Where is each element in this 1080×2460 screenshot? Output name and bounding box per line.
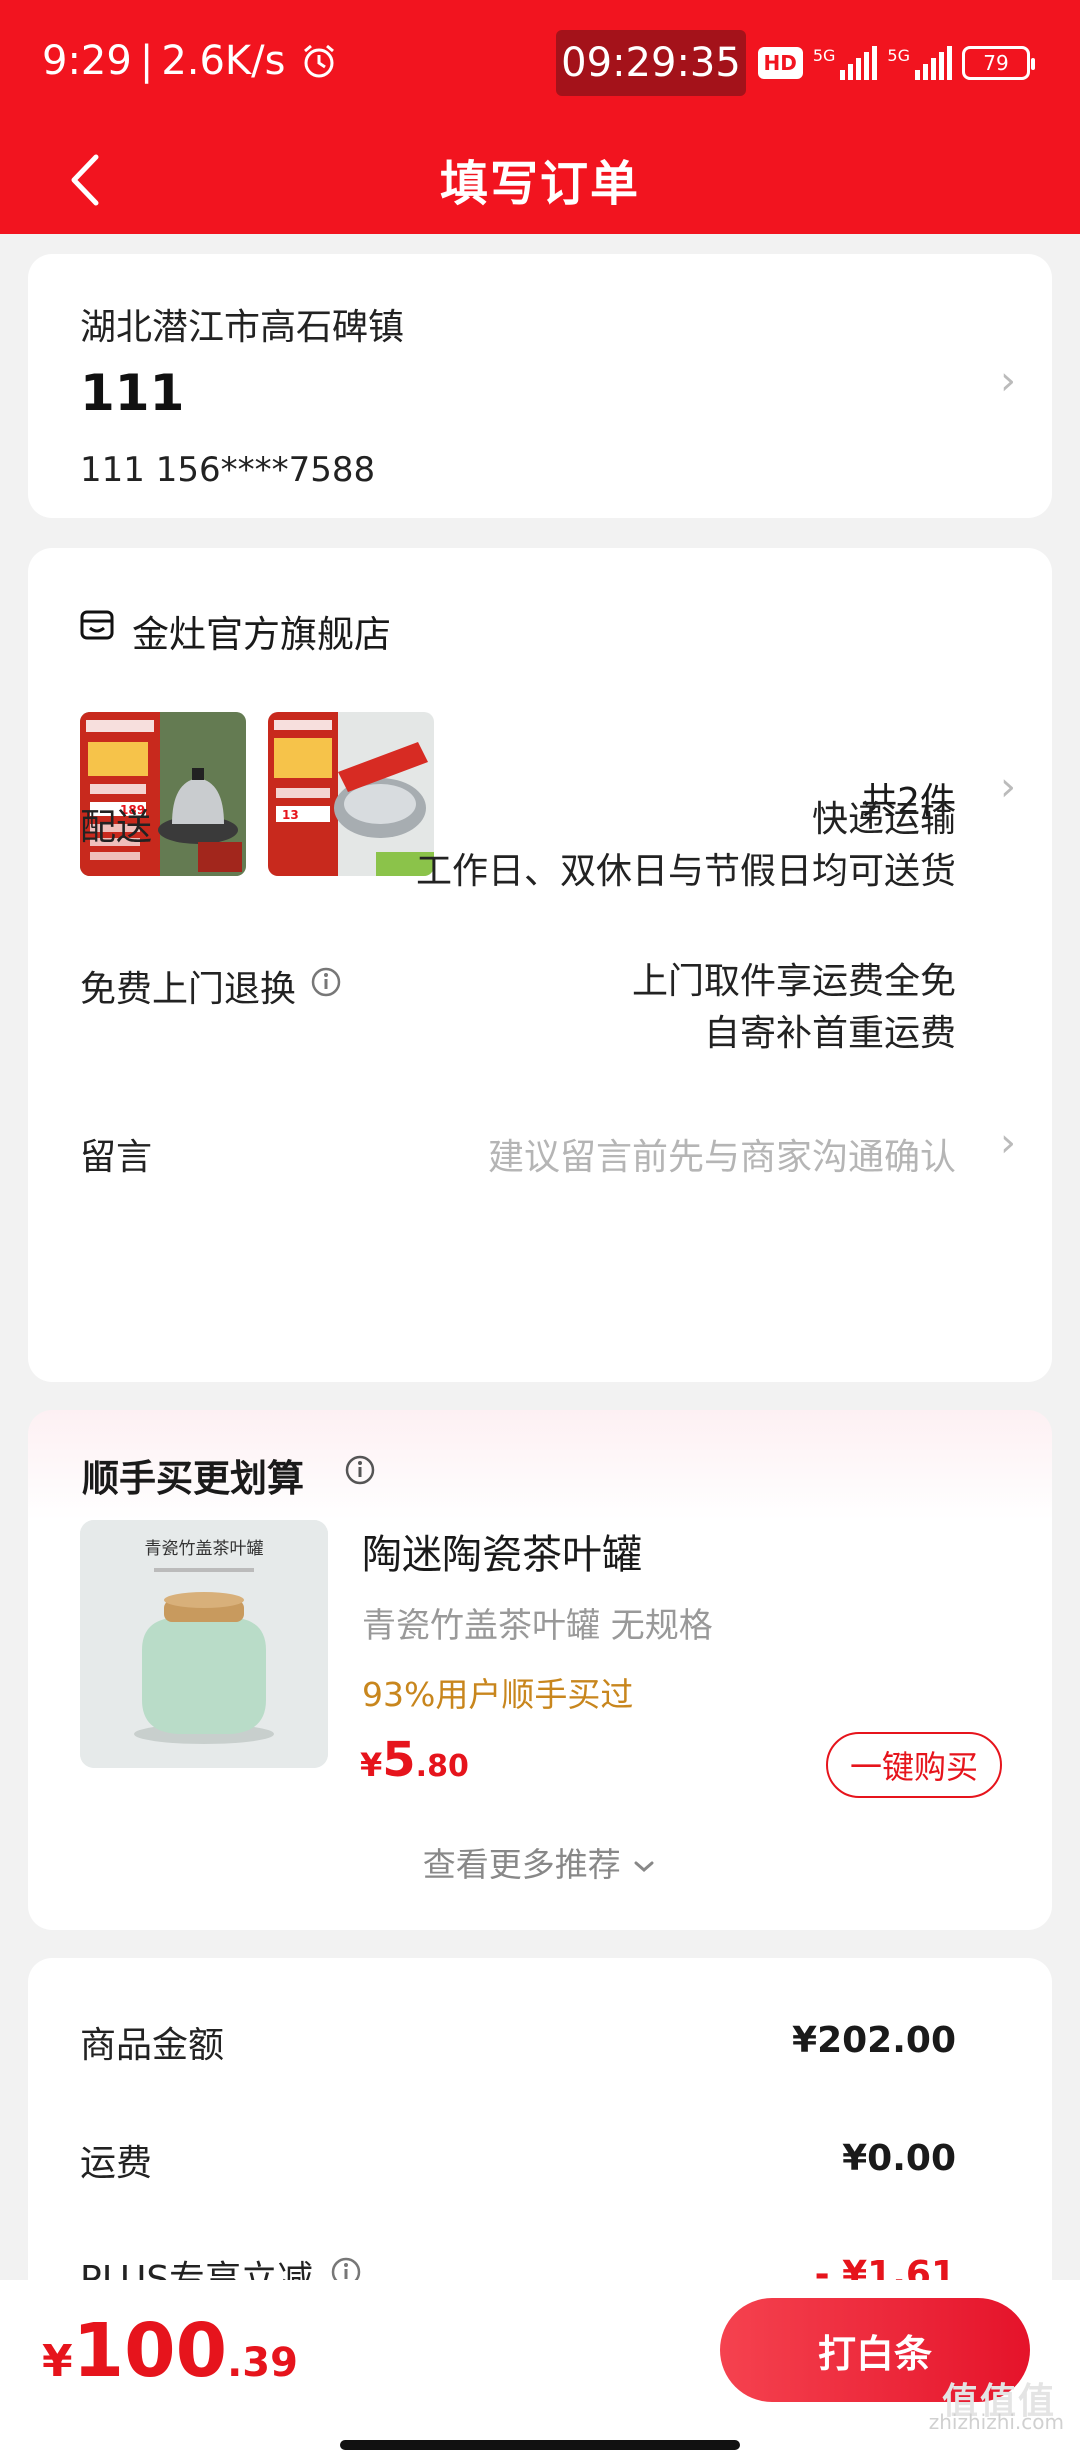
recommend-product-image[interactable]: 青瓷竹盖茶叶罐	[80, 1520, 328, 1768]
header: 9:29 | 2.6K/s 09:29:35 HD 5G 5G 79 填写订单	[0, 0, 1080, 234]
order-total: ¥100.39	[42, 2308, 298, 2394]
recommend-card: 顺手买更划算 青瓷竹盖茶叶罐 陶迷陶瓷茶叶罐 青瓷竹盖茶叶罐 无规格 93%用户…	[28, 1410, 1052, 1930]
status-divider: |	[139, 38, 154, 84]
chevron-right-icon: ›	[1000, 764, 1016, 810]
recipient-name: 111	[80, 364, 185, 422]
recommend-badge: 93%用户顺手买过	[362, 1675, 634, 1714]
page-title: 填写订单	[439, 156, 640, 212]
watermark-text: zhizhizhi.com	[928, 2410, 1064, 2434]
shop-card: 金灶官方旗舰店 189 13 共2件 › 配送 快递运输 工作日、双休日与节假日…	[28, 548, 1052, 1382]
status-left: 9:29 | 2.6K/s	[42, 38, 339, 84]
delivery-method: 快递运输	[811, 799, 956, 840]
returns-info: 上门取件享运费全免 自寄补首重运费	[632, 956, 956, 1060]
delivery-schedule: 工作日、双休日与节假日均可送货	[415, 851, 956, 892]
address-card[interactable]: 湖北潜江市高石碑镇 111 111 156****7588 ›	[28, 254, 1052, 518]
battery-level: 79	[983, 51, 1009, 75]
info-icon[interactable]	[310, 966, 342, 998]
checkout-bar: ¥100.39 打白条	[0, 2280, 1080, 2460]
recommend-product-name[interactable]: 陶迷陶瓷茶叶罐	[362, 1522, 642, 1580]
returns-label: 免费上门退换	[80, 969, 297, 1010]
recommend-price: ¥5.80	[360, 1732, 469, 1788]
battery-icon: 79	[962, 46, 1035, 80]
signal-icon: 5G	[813, 46, 878, 80]
hd-badge: HD	[757, 47, 803, 79]
shop-icon	[80, 610, 114, 640]
alarm-icon	[304, 44, 335, 78]
shipping-label: 运费	[80, 2143, 153, 2184]
signal-icon-2: 5G	[887, 46, 952, 80]
returns-line2: 自寄补首重运费	[703, 1013, 956, 1054]
recipient-contact: 111 156****7588	[80, 450, 376, 490]
delivery-label: 配送	[80, 807, 153, 848]
nav-bar: 填写订单	[0, 130, 1080, 234]
status-bar: 9:29 | 2.6K/s 09:29:35 HD 5G 5G 79	[0, 0, 1080, 130]
address-region: 湖北潜江市高石碑镇	[80, 307, 405, 348]
svg-text:13: 13	[282, 808, 299, 822]
status-right: HD 5G 5G 79	[757, 46, 1035, 80]
chevron-down-icon	[634, 1861, 654, 1872]
goods-amount-value: ¥202.00	[792, 2020, 956, 2061]
more-recommendations-label: 查看更多推荐	[422, 1845, 621, 1884]
chevron-right-icon: ›	[1000, 1120, 1016, 1166]
message-label: 留言	[80, 1137, 153, 1178]
returns-line1: 上门取件享运费全免	[631, 961, 956, 1002]
product-thumbnail[interactable]: 189	[80, 712, 246, 876]
one-click-buy-button[interactable]: 一键购买	[826, 1732, 1002, 1798]
shipping-value: ¥0.00	[842, 2138, 956, 2179]
recommend-product-spec: 青瓷竹盖茶叶罐 无规格	[362, 1606, 713, 1646]
network-speed: 2.6K/s	[161, 38, 286, 84]
recommend-title: 顺手买更划算	[82, 1457, 304, 1500]
product-thumbnail[interactable]: 13	[268, 712, 434, 876]
message-input[interactable]: 建议留言前先与商家沟通确认	[488, 1128, 956, 1180]
goods-amount-label: 商品金额	[80, 2025, 225, 2066]
delivery-info[interactable]: 快递运输 工作日、双休日与节假日均可送货	[416, 794, 956, 898]
status-time: 9:29	[42, 38, 132, 84]
more-recommendations-link[interactable]: 查看更多推荐	[28, 1838, 1052, 1886]
home-indicator[interactable]	[340, 2440, 740, 2450]
info-icon[interactable]	[344, 1454, 376, 1486]
status-clock: 09:29:35	[556, 30, 746, 96]
shop-name[interactable]: 金灶官方旗舰店	[132, 604, 391, 658]
svg-text:青瓷竹盖茶叶罐: 青瓷竹盖茶叶罐	[145, 1539, 264, 1559]
chevron-right-icon: ›	[1000, 358, 1016, 404]
